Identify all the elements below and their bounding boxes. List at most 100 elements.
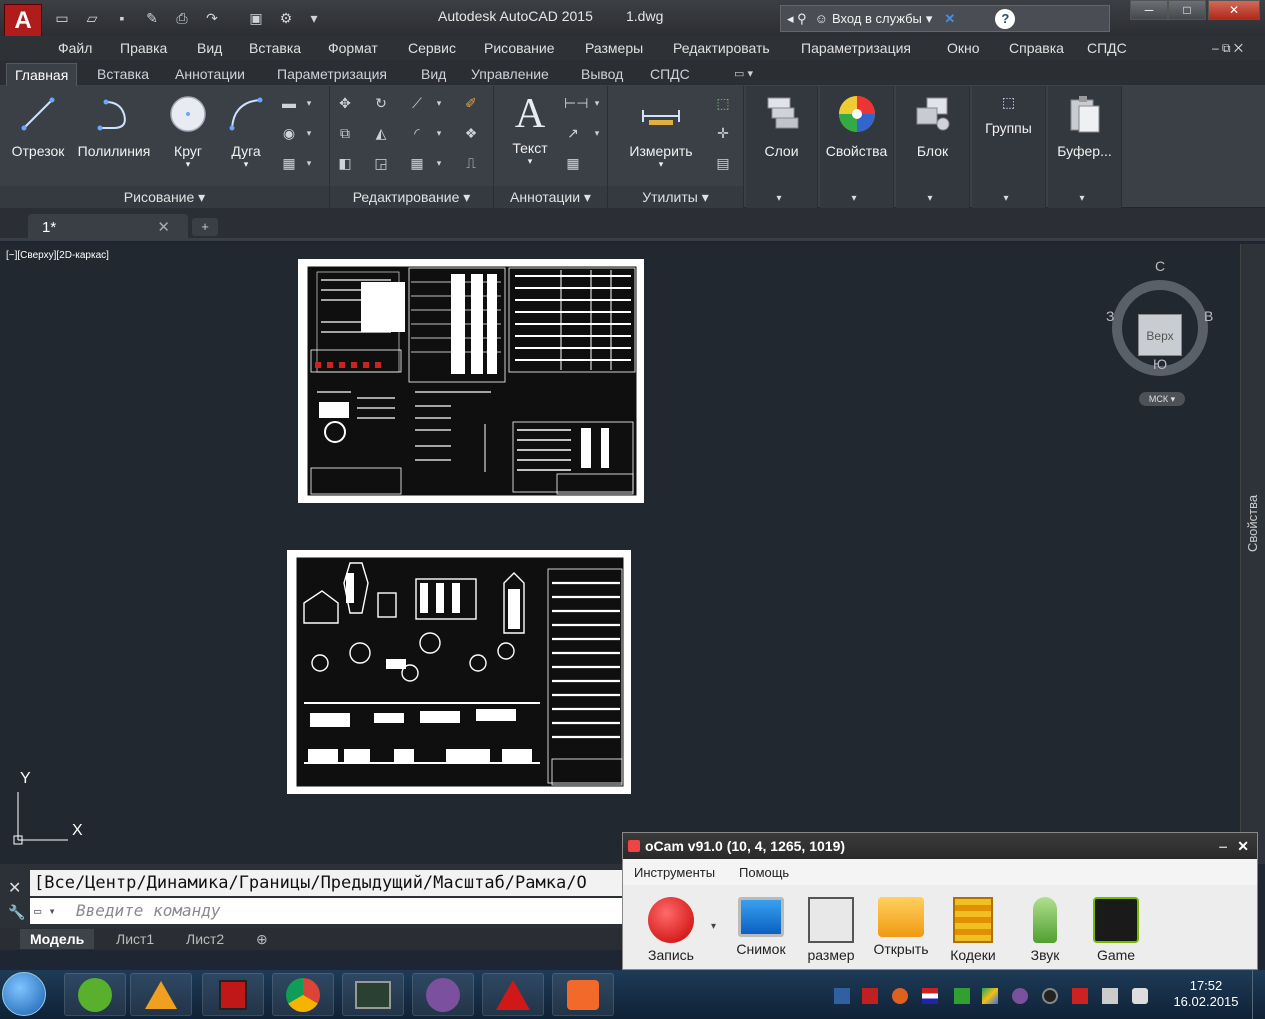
tab-manage[interactable]: Управление — [463, 63, 557, 86]
compass-south[interactable]: Ю — [1153, 356, 1167, 372]
sign-in-bar[interactable]: ◂ ⚲ ☺ Вход в службы ▾ ✕ ? — [780, 5, 1110, 32]
ocam-minimize-button[interactable]: ‒ — [1219, 833, 1227, 859]
game-button[interactable]: Game — [1080, 897, 1152, 963]
rectangle-icon[interactable]: ▬ — [280, 94, 298, 112]
table-icon[interactable]: ▦ — [564, 154, 582, 172]
tray-app-icon[interactable] — [834, 988, 850, 1004]
properties-side-strip[interactable]: Свойства — [1240, 244, 1265, 864]
menu-dimensions[interactable]: Размеры — [585, 36, 643, 60]
command-input[interactable]: ▭ ▾ Введите команду — [30, 898, 622, 924]
chevron-down-icon[interactable]: ▾ — [1004, 193, 1009, 204]
taskbar-vlc-like[interactable] — [130, 973, 192, 1016]
chevron-down-icon[interactable]: ▾ — [588, 94, 606, 112]
close-icon[interactable]: ✕ — [8, 878, 21, 898]
chevron-down-icon[interactable]: ▾ — [1080, 193, 1085, 204]
properties-panel[interactable]: Свойства ▾ — [820, 86, 894, 208]
menu-draw[interactable]: Рисование — [484, 36, 555, 60]
tray-avast-icon[interactable] — [892, 988, 908, 1004]
menu-spds[interactable]: СПДС — [1087, 36, 1127, 60]
menu-modify[interactable]: Редактировать — [673, 36, 770, 60]
menu-help[interactable]: Справка — [1009, 36, 1064, 60]
dimension-icon[interactable]: ⊢⊣ — [564, 94, 588, 112]
redo-icon[interactable]: ↷ — [202, 9, 222, 27]
ocam-menu-tools[interactable]: Инструменты — [634, 865, 715, 880]
tab-home[interactable]: Главная — [6, 63, 78, 86]
file-tab[interactable]: 1* ✕ — [28, 214, 188, 241]
measure-tool[interactable]: Измерить ▾ — [616, 90, 706, 180]
binoculars-icon[interactable]: ◂ ⚲ — [787, 11, 807, 27]
chevron-down-icon[interactable]: ▾ — [300, 94, 318, 112]
viewcube[interactable]: Верх С Ю З В — [1106, 258, 1218, 376]
save-as-icon[interactable]: ✎ — [142, 9, 162, 27]
tray-viber-icon[interactable] — [1012, 988, 1028, 1004]
menu-window[interactable]: Окно — [947, 36, 980, 60]
command-prompt-icon[interactable]: ▭ ▾ — [34, 898, 56, 924]
workspace-icon[interactable]: ⚙ — [276, 9, 296, 27]
doc-window-controls[interactable]: ‒ ⧉ ✕ — [1212, 36, 1243, 60]
minimize-button[interactable]: ─ — [1130, 0, 1168, 20]
chevron-down-icon[interactable]: ▾ — [494, 156, 566, 167]
open-folder-icon[interactable]: ▱ — [82, 9, 102, 27]
explode-icon[interactable]: ❖ — [462, 124, 480, 142]
help-icon[interactable]: ? — [995, 8, 1016, 29]
layers-tool[interactable]: Слои — [746, 90, 817, 180]
erase-icon[interactable]: ✐ — [462, 94, 480, 112]
chevron-down-icon[interactable]: ▾ — [430, 124, 448, 142]
chevron-down-icon[interactable]: ▾ — [928, 193, 933, 204]
tab-view[interactable]: Вид — [413, 63, 454, 86]
capture-button[interactable]: Снимок — [725, 897, 797, 957]
wrench-icon[interactable]: 🔧 — [8, 904, 25, 921]
ocam-menu-help[interactable]: Помощь — [739, 865, 789, 880]
resize-button[interactable]: размер — [795, 897, 867, 963]
chevron-down-icon[interactable]: ▾ — [300, 154, 318, 172]
array-icon[interactable]: ▦ — [408, 154, 426, 172]
show-desktop-button[interactable] — [1252, 970, 1265, 1019]
text-tool[interactable]: A Текст ▾ — [494, 90, 566, 180]
tray-autocad-icon[interactable] — [862, 988, 878, 1004]
stretch-icon[interactable]: ◧ — [336, 154, 354, 172]
copy-icon[interactable]: ⧉ — [336, 124, 354, 142]
clipboard-tool[interactable]: Буфер... — [1048, 90, 1121, 180]
tray-network-card-icon[interactable] — [954, 988, 970, 1004]
viewport-controls[interactable]: [−][Сверху][2D-каркас] — [6, 250, 109, 261]
open-button[interactable]: Открыть — [865, 897, 937, 957]
taskbar-utorrent[interactable] — [64, 973, 126, 1016]
id-point-icon[interactable]: ✛ — [714, 124, 732, 142]
chevron-down-icon[interactable]: ▾ — [430, 94, 448, 112]
taskbar-autocad[interactable] — [482, 973, 544, 1016]
sign-in-label[interactable]: Вход в службы — [832, 11, 922, 26]
new-file-icon[interactable]: ▭ — [52, 9, 72, 27]
start-button[interactable] — [2, 972, 46, 1016]
maximize-button[interactable]: □ — [1168, 0, 1206, 20]
region-icon[interactable]: ▦ — [280, 154, 298, 172]
layers-panel[interactable]: Слои ▾ — [746, 86, 818, 208]
tray-display-icon[interactable] — [1102, 988, 1118, 1004]
fillet-icon[interactable]: ◜ — [408, 124, 426, 142]
close-icon[interactable]: ✕ — [157, 214, 170, 241]
taskbar-ocam[interactable] — [552, 973, 614, 1016]
new-tab-button[interactable]: + — [192, 218, 218, 236]
tray-language-icon[interactable] — [922, 988, 938, 1004]
arc-tool[interactable]: Дуга ▾ — [210, 90, 282, 180]
chevron-down-icon[interactable]: ▾ — [852, 193, 857, 204]
menu-format[interactable]: Формат — [328, 36, 378, 60]
chevron-down-icon[interactable]: ▾ — [588, 124, 606, 142]
properties-tool[interactable]: Свойства — [820, 90, 893, 180]
properties-side-label[interactable]: Свойства — [1245, 495, 1260, 552]
autocad-logo-button[interactable]: A — [4, 4, 42, 38]
trim-icon[interactable]: ⟋ — [408, 94, 426, 112]
chevron-down-icon[interactable]: ▾ — [430, 154, 448, 172]
qat-dropdown-icon[interactable]: ▾ — [304, 9, 324, 27]
menu-parametric[interactable]: Параметризация — [801, 36, 911, 60]
move-icon[interactable]: ✥ — [336, 94, 354, 112]
compass-east[interactable]: В — [1204, 308, 1213, 324]
chevron-down-icon[interactable]: ▾ — [210, 159, 282, 170]
chevron-down-icon[interactable]: ▾ — [926, 11, 933, 27]
tab-output[interactable]: Вывод — [573, 63, 631, 86]
taskbar-viber[interactable] — [412, 973, 474, 1016]
tab-model[interactable]: Модель — [20, 929, 95, 949]
record-button[interactable]: Запись — [635, 897, 707, 963]
tab-layout2[interactable]: Лист2 — [176, 929, 234, 949]
taskbar-save-app[interactable] — [202, 973, 264, 1016]
ocam-close-button[interactable]: ✕ — [1237, 833, 1249, 859]
